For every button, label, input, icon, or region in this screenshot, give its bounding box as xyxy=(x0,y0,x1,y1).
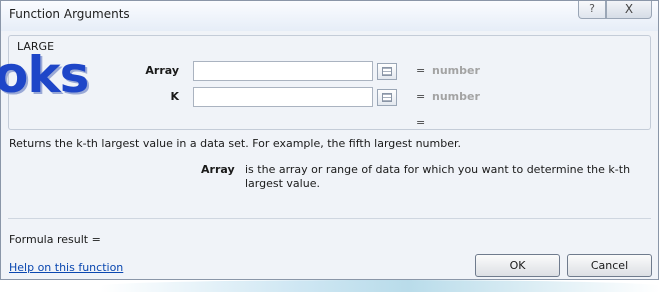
close-icon[interactable]: X xyxy=(606,1,652,19)
array-label: Array xyxy=(145,64,179,77)
array-equals: = xyxy=(416,64,426,77)
divider xyxy=(8,218,651,219)
formula-result: Formula result = xyxy=(9,233,101,246)
title-bar: Function Arguments ? X xyxy=(1,1,658,31)
help-icon[interactable]: ? xyxy=(578,1,606,19)
function-description: Returns the k-th largest value in a data… xyxy=(9,137,461,150)
k-collapse-dialog-icon[interactable] xyxy=(377,89,397,106)
k-input[interactable] xyxy=(193,87,373,107)
function-arguments-dialog: Function Arguments ? X LARGE Array = num… xyxy=(0,0,659,280)
arg-help-text: is the array or range of data for which … xyxy=(245,163,631,190)
k-result: number xyxy=(432,90,480,103)
arg-help-label: Array xyxy=(201,163,235,176)
watermark-logo: oks xyxy=(0,46,89,104)
array-result: number xyxy=(432,64,480,77)
array-collapse-dialog-icon[interactable] xyxy=(377,63,397,80)
array-input[interactable] xyxy=(193,61,373,81)
dialog-title: Function Arguments xyxy=(9,7,130,21)
help-on-function-link[interactable]: Help on this function xyxy=(9,261,123,274)
background-arc xyxy=(100,280,660,292)
k-equals: = xyxy=(416,90,426,103)
cancel-button[interactable]: Cancel xyxy=(567,254,652,277)
ok-button[interactable]: OK xyxy=(475,254,560,277)
k-label: K xyxy=(170,90,179,103)
overall-equals: = xyxy=(416,116,426,129)
function-group: LARGE Array = number K = number = xyxy=(8,35,651,130)
